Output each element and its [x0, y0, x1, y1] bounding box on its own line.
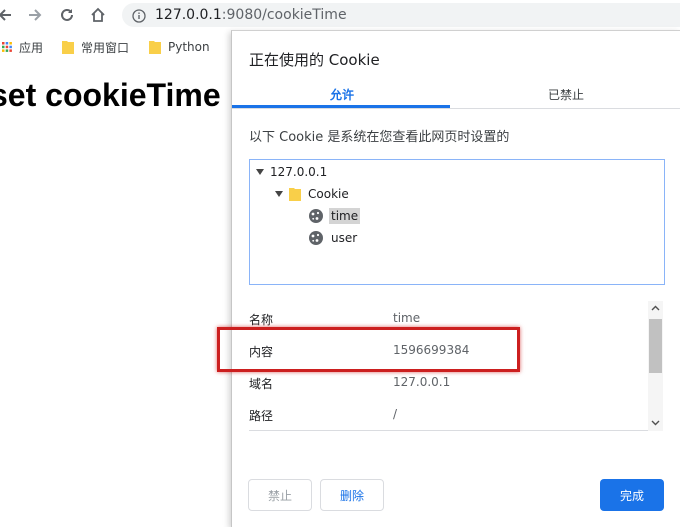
folder-icon [62, 40, 74, 54]
cookie-icon [308, 208, 324, 224]
home-icon[interactable] [87, 4, 109, 26]
folder-icon [149, 40, 161, 54]
site-info-icon[interactable] [132, 8, 146, 23]
tree-folder-label: Cookie [308, 187, 349, 201]
back-arrow-icon[interactable] [0, 4, 16, 26]
expand-triangle-icon[interactable] [256, 169, 264, 175]
detail-key: 名称 [249, 313, 274, 327]
dialog-description: 以下 Cookie 是系统在您查看此网页时设置的 [249, 130, 510, 145]
remove-button[interactable]: 删除 [320, 479, 384, 511]
scroll-up-arrow-icon[interactable] [651, 304, 660, 313]
block-button[interactable]: 禁止 [248, 479, 312, 511]
apps-grid-icon [2, 42, 12, 52]
tree-node-folder[interactable]: Cookie [275, 184, 349, 204]
tab-strip: 允许 已禁止 [232, 81, 680, 109]
details-scrollbar[interactable] [648, 301, 663, 431]
detail-value: 127.0.0.1 [393, 375, 451, 389]
detail-value: / [393, 407, 398, 421]
done-button[interactable]: 完成 [600, 479, 664, 511]
tree-node-site[interactable]: 127.0.0.1 [256, 162, 327, 182]
tree-node-cookie[interactable]: user [308, 228, 359, 248]
bookmark-label: Python [168, 40, 210, 54]
cookie-icon [308, 230, 324, 246]
cookies-dialog: 正在使用的 Cookie 允许 已禁止 以下 Cookie 是系统在您查看此网页… [231, 30, 680, 527]
scrollbar-thumb[interactable] [649, 319, 662, 373]
bookmark-folder-python[interactable]: Python [149, 38, 210, 56]
bookmark-apps[interactable]: 应用 [2, 38, 43, 56]
url-text: 127.0.0.1:9080/cookieTime [155, 7, 347, 23]
browser-toolbar: 127.0.0.1:9080/cookieTime [0, 0, 680, 30]
detail-key: 域名 [249, 377, 274, 391]
annotation-highlight-box [217, 327, 520, 372]
tree-cookie-label: user [331, 231, 358, 245]
folder-icon [289, 187, 301, 201]
scroll-down-arrow-icon[interactable] [651, 418, 660, 427]
forward-arrow-icon[interactable] [24, 4, 46, 26]
expand-triangle-icon[interactable] [275, 191, 283, 197]
tree-cookie-label-selected: time [329, 208, 361, 224]
bookmark-folder-common[interactable]: 常用窗口 [62, 38, 129, 56]
reload-icon[interactable] [56, 4, 78, 26]
tree-node-cookie[interactable]: time [308, 206, 361, 226]
tab-allowed[interactable]: 允许 [330, 86, 354, 103]
dialog-title: 正在使用的 Cookie [249, 51, 380, 69]
bookmark-label: 常用窗口 [81, 40, 130, 55]
url-host: 127.0.0.1 [155, 7, 222, 23]
detail-value: time [393, 311, 421, 325]
address-bar[interactable]: 127.0.0.1:9080/cookieTime [122, 3, 680, 27]
url-path: :9080/cookieTime [221, 7, 347, 23]
active-tab-indicator [232, 105, 450, 108]
detail-key: 路径 [249, 409, 274, 423]
tab-blocked[interactable]: 已禁止 [548, 86, 584, 103]
tree-site-label: 127.0.0.1 [270, 165, 328, 179]
bookmark-label: 应用 [19, 40, 44, 55]
page-heading: set cookieTime [0, 77, 221, 113]
cookie-tree[interactable]: 127.0.0.1 Cookie time user [249, 159, 665, 285]
